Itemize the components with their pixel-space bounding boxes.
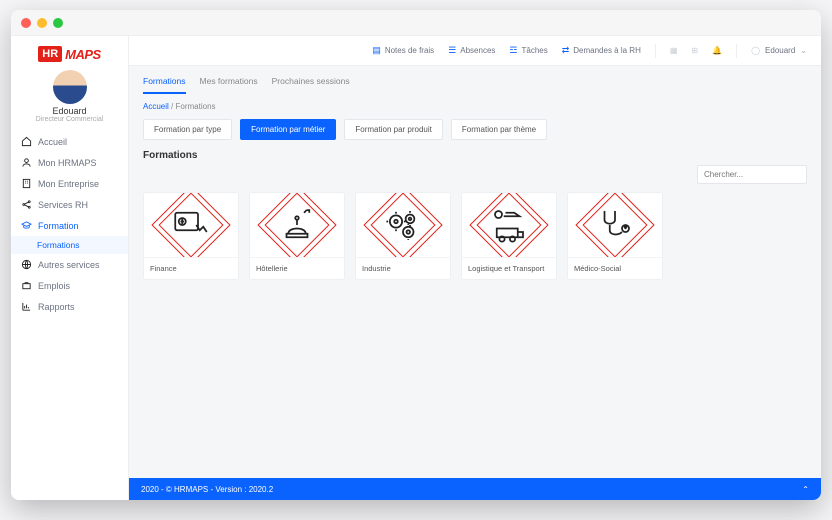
industry-icon: [382, 204, 424, 246]
main-content: ▤Notes de frais ☰Absences ☲Tâches ⇄Deman…: [129, 36, 821, 500]
sidebar-item-rapports[interactable]: Rapports: [11, 296, 128, 317]
topbar-taches[interactable]: ☲Tâches: [509, 45, 547, 56]
sidebar-item-mon-hrmaps[interactable]: Mon HRMAPS: [11, 152, 128, 173]
card-label: Finance: [144, 257, 238, 279]
grid-icon[interactable]: ▦: [670, 46, 678, 55]
filter-par-produit[interactable]: Formation par produit: [344, 119, 442, 140]
formation-cards: Finance Hôtellerie Industrie: [143, 192, 807, 280]
filter-par-theme[interactable]: Formation par thème: [451, 119, 547, 140]
finance-icon: [170, 204, 212, 246]
filter-buttons: Formation par type Formation par métier …: [143, 119, 807, 140]
apps-icon[interactable]: ⊞: [691, 46, 698, 55]
home-icon: [21, 136, 32, 147]
calendar-icon: ☰: [448, 45, 456, 56]
filter-par-metier[interactable]: Formation par métier: [240, 119, 336, 140]
card-label: Industrie: [356, 257, 450, 279]
breadcrumb: Accueil / Formations: [143, 94, 807, 119]
card-medico-social[interactable]: Médico-Social: [567, 192, 663, 280]
globe-icon: [21, 259, 32, 270]
receipt-icon: ▤: [372, 45, 381, 56]
user-circle-icon: ◯: [751, 46, 760, 55]
medical-icon: [594, 204, 636, 246]
window-titlebar: [11, 10, 821, 36]
logo-text: MAPS: [65, 47, 101, 62]
page-tabs: Formations Mes formations Prochaines ses…: [143, 66, 807, 94]
sidebar: HR MAPS Edouard Directeur Commercial Acc…: [11, 36, 129, 500]
sidebar-item-label: Emplois: [38, 281, 70, 291]
card-label: Hôtellerie: [250, 257, 344, 279]
tab-prochaines-sessions[interactable]: Prochaines sessions: [272, 76, 350, 94]
bell-icon[interactable]: 🔔: [712, 46, 722, 55]
divider: [655, 44, 656, 58]
request-icon: ⇄: [562, 45, 570, 56]
card-label: Logistique et Transport: [462, 257, 556, 279]
sidebar-item-label: Accueil: [38, 137, 67, 147]
sidebar-item-label: Rapports: [38, 302, 75, 312]
hotel-icon: [276, 204, 318, 246]
sidebar-item-label: Services RH: [38, 200, 88, 210]
sidebar-item-mon-entreprise[interactable]: Mon Entreprise: [11, 173, 128, 194]
chevron-down-icon: ⌄: [800, 46, 807, 55]
sidebar-nav: Accueil Mon HRMAPS Mon Entreprise Servic…: [11, 131, 128, 317]
sidebar-item-label: Formation: [38, 221, 79, 231]
user-icon: [21, 157, 32, 168]
app-window: HR MAPS Edouard Directeur Commercial Acc…: [11, 10, 821, 500]
logo-box: HR: [38, 46, 62, 62]
sidebar-item-label: Mon HRMAPS: [38, 158, 97, 168]
sidebar-sub-formations[interactable]: Formations: [11, 236, 128, 254]
card-finance[interactable]: Finance: [143, 192, 239, 280]
close-window-icon[interactable]: [21, 18, 31, 28]
sidebar-item-formation[interactable]: Formation: [11, 215, 128, 236]
tab-mes-formations[interactable]: Mes formations: [200, 76, 258, 94]
topbar-demandes-rh[interactable]: ⇄Demandes à la RH: [562, 45, 641, 56]
tab-formations[interactable]: Formations: [143, 76, 186, 94]
sidebar-item-accueil[interactable]: Accueil: [11, 131, 128, 152]
logistics-icon: [488, 204, 530, 246]
briefcase-icon: [21, 280, 32, 291]
topbar: ▤Notes de frais ☰Absences ☲Tâches ⇄Deman…: [129, 36, 821, 66]
sidebar-item-autres-services[interactable]: Autres services: [11, 254, 128, 275]
breadcrumb-current: Formations: [176, 102, 216, 111]
user-name: Edouard: [11, 106, 128, 116]
card-logistique[interactable]: Logistique et Transport: [461, 192, 557, 280]
topbar-user-menu[interactable]: ◯ Edouard ⌄: [751, 46, 807, 55]
checklist-icon: ☲: [509, 45, 517, 56]
card-label: Médico-Social: [568, 257, 662, 279]
avatar[interactable]: [53, 70, 87, 104]
sidebar-item-services-rh[interactable]: Services RH: [11, 194, 128, 215]
share-icon: [21, 199, 32, 210]
chart-icon: [21, 301, 32, 312]
sidebar-item-emplois[interactable]: Emplois: [11, 275, 128, 296]
footer-text: 2020 - © HRMAPS - Version : 2020.2: [141, 485, 273, 494]
search-input[interactable]: [697, 165, 807, 184]
chevron-up-icon[interactable]: ⌃: [802, 485, 809, 494]
maximize-window-icon[interactable]: [53, 18, 63, 28]
breadcrumb-root[interactable]: Accueil: [143, 102, 169, 111]
sidebar-item-label: Mon Entreprise: [38, 179, 99, 189]
card-industrie[interactable]: Industrie: [355, 192, 451, 280]
topbar-absences[interactable]: ☰Absences: [448, 45, 495, 56]
minimize-window-icon[interactable]: [37, 18, 47, 28]
footer: 2020 - © HRMAPS - Version : 2020.2 ⌃: [129, 478, 821, 500]
sidebar-item-label: Autres services: [38, 260, 100, 270]
section-title: Formations: [143, 150, 807, 161]
building-icon: [21, 178, 32, 189]
graduation-icon: [21, 220, 32, 231]
logo: HR MAPS: [11, 36, 128, 68]
topbar-username: Edouard: [765, 46, 795, 55]
user-role: Directeur Commercial: [11, 116, 128, 123]
filter-par-type[interactable]: Formation par type: [143, 119, 232, 140]
divider: [736, 44, 737, 58]
card-hotellerie[interactable]: Hôtellerie: [249, 192, 345, 280]
topbar-notes-de-frais[interactable]: ▤Notes de frais: [372, 45, 434, 56]
